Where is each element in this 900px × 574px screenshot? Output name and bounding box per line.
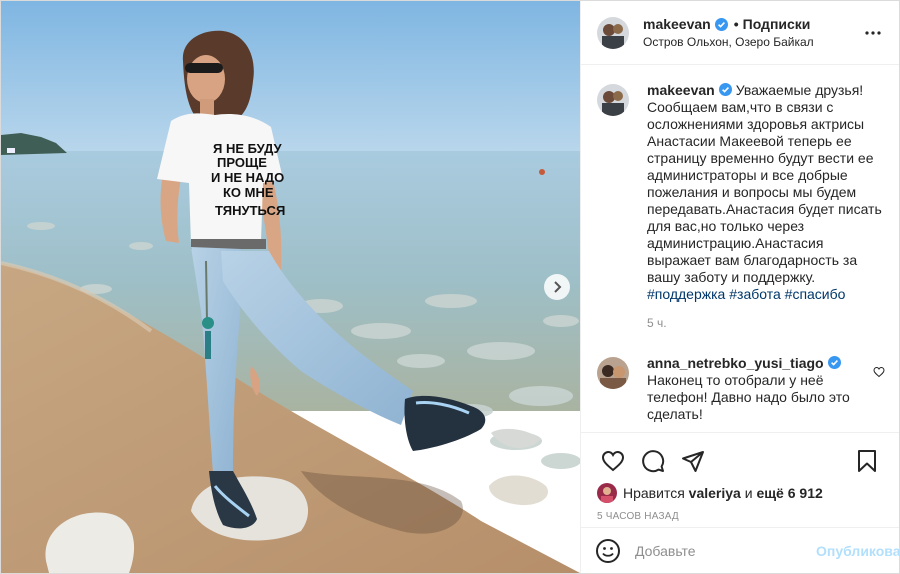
avatar-image: [597, 483, 617, 503]
liked-by-user[interactable]: valeriya: [689, 485, 741, 501]
post-sidebar: makeevan • Подписки Остров Ольхон, Озеро…: [580, 1, 900, 573]
heart-icon: [873, 366, 885, 378]
caption-text: Уважаемые друзья! Сообщаем вам,что в свя…: [647, 82, 882, 285]
avatar-image: [597, 16, 629, 49]
next-photo-button[interactable]: [544, 274, 570, 300]
emoji-button[interactable]: [595, 538, 621, 564]
hashtag[interactable]: #забота: [729, 286, 781, 302]
likes-prefix: Нравится: [623, 485, 685, 501]
add-comment-bar: Опубликовать: [581, 527, 900, 573]
hashtag-list: #поддержка #забота #спасибо: [647, 286, 885, 303]
avatar[interactable]: [597, 483, 617, 503]
bookmark-icon: [858, 450, 876, 472]
comment-icon: [642, 450, 665, 473]
more-options-button[interactable]: [861, 21, 885, 45]
likes-summary: Нравится valeriya и ещё 6 912: [593, 483, 887, 503]
caption: makeevan Уважаемые друзья! Сообщаем вам,ч…: [597, 82, 885, 332]
post-actions: Нравится valeriya и ещё 6 912 5 часов на…: [581, 432, 899, 522]
post-time-ago[interactable]: 5 часов назад: [593, 511, 887, 522]
comments-section: makeevan Уважаемые друзья! Сообщаем вам,ч…: [581, 66, 899, 432]
heart-icon: [601, 450, 625, 472]
avatar[interactable]: [597, 357, 629, 389]
following-button[interactable]: Подписки: [743, 16, 811, 32]
avatar[interactable]: [597, 84, 629, 116]
verified-icon: [718, 83, 732, 96]
more-icon: [865, 30, 881, 35]
hashtag[interactable]: #поддержка: [647, 286, 725, 302]
avatar-image: [597, 357, 629, 389]
tshirt-line-2: ПРОЩЕ: [217, 155, 267, 170]
tshirt-line-3: И НЕ НАДО: [211, 170, 284, 185]
post-dialog: Я НЕ БУДУ ПРОЩЕ И НЕ НАДО КО МНЕ ТЯНУТЬС…: [0, 0, 900, 574]
emoji-icon: [596, 538, 620, 563]
comment: anna_netrebko_yusi_tiago Наконец то отоб…: [597, 355, 885, 423]
comment-username[interactable]: anna_netrebko_yusi_tiago: [647, 355, 824, 371]
like-button[interactable]: [593, 441, 633, 481]
verified-icon: [714, 17, 728, 31]
publish-button[interactable]: Опубликовать: [816, 543, 900, 559]
tshirt-line-1: Я НЕ БУДУ: [213, 141, 282, 156]
share-icon: [682, 451, 704, 472]
share-button[interactable]: [673, 441, 713, 481]
caption-username[interactable]: makeevan: [647, 82, 715, 98]
tshirt-line-5: ТЯНУТЬСЯ: [215, 203, 285, 218]
comment-text: Наконец то отобрали у неё телефон! Давно…: [647, 372, 850, 422]
caption-time[interactable]: 5 ч.: [647, 315, 885, 332]
post-photo[interactable]: Я НЕ БУДУ ПРОЩЕ И НЕ НАДО КО МНЕ ТЯНУТЬС…: [1, 1, 580, 573]
verified-icon: [827, 356, 841, 369]
comment-button[interactable]: [633, 441, 673, 481]
avatar[interactable]: [597, 16, 629, 49]
likes-count[interactable]: ещё 6 912: [756, 485, 822, 501]
chevron-right-icon: [554, 281, 562, 293]
tshirt-line-4: КО МНЕ: [223, 185, 274, 200]
post-author-username[interactable]: makeevan: [643, 16, 711, 32]
comment-input[interactable]: [635, 542, 816, 559]
post-header: makeevan • Подписки Остров Ольхон, Озеро…: [581, 1, 899, 65]
header-separator: •: [733, 16, 739, 32]
like-comment-button[interactable]: [873, 365, 885, 378]
likes-middle: и: [744, 485, 753, 501]
avatar-image: [597, 84, 629, 116]
save-button[interactable]: [847, 441, 887, 481]
hashtag[interactable]: #спасибо: [785, 286, 846, 302]
post-location[interactable]: Остров Ольхон, Озеро Байкал: [643, 35, 861, 49]
beach-photo: Я НЕ БУДУ ПРОЩЕ И НЕ НАДО КО МНЕ ТЯНУТЬС…: [1, 1, 580, 573]
